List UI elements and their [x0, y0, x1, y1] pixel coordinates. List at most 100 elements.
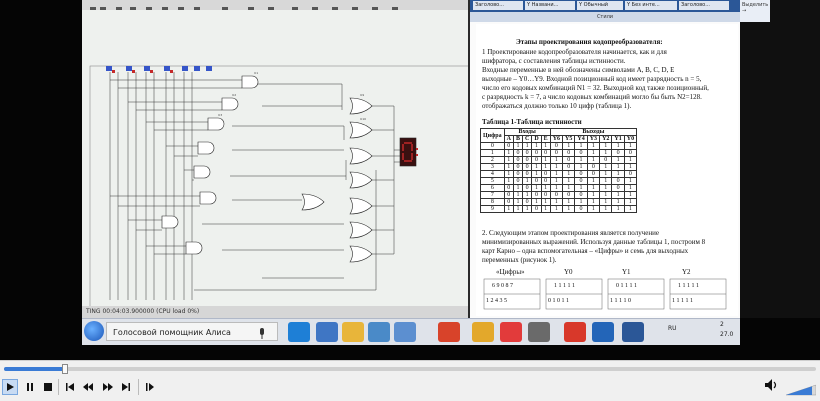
table-cell: 1: [574, 163, 588, 171]
table-subheader: Y2: [599, 135, 613, 143]
video-frame[interactable]: U1 U2 U3 U9 U10 TING 00:04:03.900000 (CPU l…: [0, 0, 820, 360]
table-cell: 0: [503, 142, 514, 150]
kmap-label: Y0: [564, 268, 573, 276]
table-cell: 1: [574, 184, 588, 192]
table-subheader: Y0: [623, 135, 638, 143]
table-cell: 0: [512, 170, 523, 178]
doc-paragraph-line: отображаться должно только 10 цифр (табл…: [482, 102, 632, 110]
mail-icon[interactable]: [394, 322, 416, 342]
table-cell: 1: [549, 177, 564, 185]
doc-paragraph-line: 2. Следующим этапом проектирования являе…: [482, 229, 659, 237]
schematic-canvas[interactable]: U1 U2 U3 U9 U10: [82, 10, 468, 318]
volume-icon[interactable]: [764, 378, 780, 396]
table-cell: 1: [521, 205, 533, 213]
table-subheader: A: [503, 135, 514, 143]
table-cell: 1: [549, 184, 564, 192]
table-cell: 0: [503, 198, 514, 206]
frame-step-button[interactable]: [142, 379, 158, 395]
fast-forward-button[interactable]: [100, 379, 116, 395]
table-row: 6010111111101: [480, 184, 638, 192]
doc-paragraph-line: минимизированных выражений. Используя да…: [482, 238, 706, 246]
table-cell: 1: [599, 191, 613, 199]
table-cell: 1: [549, 163, 564, 171]
table-cell: 1: [540, 142, 551, 150]
table-cell: 1: [599, 205, 613, 213]
doc-paragraph-line: с разрядность k = 7, а число кодовых ком…: [482, 93, 702, 101]
yandex-browser-icon[interactable]: [564, 322, 586, 342]
table-cell: 0: [540, 191, 551, 199]
table-cell: 5: [480, 177, 505, 185]
table-cell: 0: [531, 156, 542, 164]
opera-icon[interactable]: [438, 322, 460, 342]
table-cell: 1: [521, 191, 533, 199]
table-cell: 1: [623, 177, 638, 185]
seek-bar[interactable]: [4, 364, 816, 374]
rewind-button[interactable]: [80, 379, 96, 395]
taskbar-search[interactable]: Голосовой помощник Алиса: [106, 322, 278, 341]
table-cell: 1: [599, 170, 613, 178]
table-subheader: D: [531, 135, 542, 143]
volume-slider[interactable]: [785, 381, 817, 396]
doc-paragraph-line: переменных (рисунок 1).: [482, 256, 557, 264]
stop-icon: [44, 383, 52, 391]
table-cell: 1: [599, 163, 613, 171]
file-explorer-icon[interactable]: [342, 322, 364, 342]
doc-heading: Этапы проектирования кодопреобразователя…: [516, 38, 663, 46]
table-cell: 1: [562, 177, 576, 185]
app-icon[interactable]: [528, 322, 550, 342]
table-subheader: Y3: [586, 135, 601, 143]
word-icon[interactable]: [622, 322, 644, 342]
microphone-icon[interactable]: [258, 325, 266, 339]
style-no-spacing[interactable]: Y Без инте...: [625, 1, 677, 10]
next-button[interactable]: [118, 379, 134, 395]
style-heading-2[interactable]: Заголово...: [679, 1, 729, 10]
edge-icon[interactable]: [288, 322, 310, 342]
table-cell: 0: [512, 149, 523, 157]
table-cell: 1: [586, 156, 601, 164]
table-cell: 1: [540, 184, 551, 192]
svg-text:U1: U1: [254, 71, 258, 75]
table-cell: 0: [574, 205, 588, 213]
style-normal[interactable]: Y Обычный: [577, 1, 623, 10]
divider: [138, 379, 139, 395]
table-cell: 1: [623, 184, 638, 192]
table-cell: 1: [586, 177, 601, 185]
table-cell: 0: [540, 177, 551, 185]
table-cell: 1: [531, 163, 542, 171]
kmap-label: Y1: [622, 268, 631, 276]
table-cell: 0: [562, 156, 576, 164]
table-cell: 7: [480, 191, 505, 199]
yandex-icon[interactable]: [500, 322, 522, 342]
document-page[interactable]: Этапы проектирования кодопреобразователя…: [476, 24, 738, 316]
table-cell: 1: [531, 198, 542, 206]
isis-proteus-icon[interactable]: [592, 322, 614, 342]
play-button[interactable]: [2, 379, 18, 395]
stop-button[interactable]: [40, 379, 56, 395]
chrome-icon[interactable]: [472, 322, 494, 342]
kmap-cells: 6 9 0 8 7: [492, 283, 513, 289]
table-cell: 1: [623, 156, 638, 164]
seek-handle[interactable]: [62, 364, 68, 374]
table-cell: 1: [503, 156, 514, 164]
skip-forward-icon: [122, 383, 130, 391]
table-cell: 0: [562, 149, 576, 157]
table-cell: 0: [574, 170, 588, 178]
previous-button[interactable]: [62, 379, 78, 395]
language-indicator[interactable]: RU: [668, 325, 677, 332]
table-header: Цифра: [480, 128, 505, 143]
table-cell: 1: [512, 191, 523, 199]
style-heading-1[interactable]: Заголово...: [473, 1, 523, 10]
store-icon[interactable]: [368, 322, 390, 342]
table-cell: 1: [549, 205, 564, 213]
select-menu[interactable]: Выделить →: [740, 0, 770, 22]
table-cell: 1: [586, 184, 601, 192]
table-cell: 0: [599, 156, 613, 164]
table-row: 3100111010111: [480, 163, 638, 171]
pause-button[interactable]: [22, 379, 38, 395]
table-cell: 1: [549, 156, 564, 164]
start-button[interactable]: [84, 321, 104, 341]
doc-paragraph-line: 1 Проектирование кодопреобразователя нач…: [482, 48, 667, 56]
task-view-icon[interactable]: [316, 322, 338, 342]
style-title[interactable]: Y Названи...: [525, 1, 575, 10]
kmap-cells: 1 1 1 1 1: [672, 298, 693, 304]
